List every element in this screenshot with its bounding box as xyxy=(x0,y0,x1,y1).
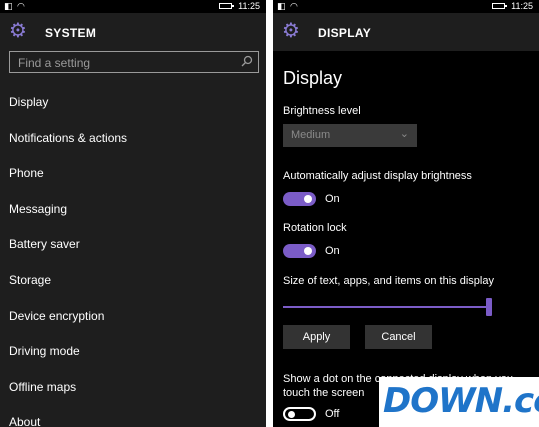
rotation-lock-state: On xyxy=(325,245,340,257)
list-item-phone[interactable]: Phone xyxy=(9,161,127,197)
battery-icon xyxy=(219,3,234,9)
list-item-device-encryption[interactable]: Device encryption xyxy=(9,304,127,340)
watermark-text: DOWN.cc xyxy=(383,381,539,421)
section-title: DISPLAY xyxy=(318,26,372,40)
toggle-knob xyxy=(304,195,312,203)
rotation-lock-toggle[interactable] xyxy=(283,244,316,258)
gear-icon: ⚙ xyxy=(282,20,300,42)
system-screen: ◧ ◠ 11:25 ⚙ SYSTEM Find a setting Displa… xyxy=(0,0,266,427)
settings-list: Display Notifications & actions Phone Me… xyxy=(9,90,127,427)
list-item-storage[interactable]: Storage xyxy=(9,268,127,304)
page-title: SYSTEM xyxy=(45,26,97,40)
brightness-dropdown[interactable]: Medium ⌄ xyxy=(283,124,417,147)
apply-button[interactable]: Apply xyxy=(283,325,350,349)
size-slider-track[interactable] xyxy=(283,306,489,308)
rotation-lock-label: Rotation lock xyxy=(283,222,347,234)
list-item-about[interactable]: About xyxy=(9,410,127,427)
display-screen: ◧ ◠ 11:25 ⚙ DISPLAY Display Brightness l… xyxy=(273,0,539,427)
brightness-label: Brightness level xyxy=(283,105,361,117)
list-item-display[interactable]: Display xyxy=(9,90,127,126)
display-header: ⚙ DISPLAY xyxy=(273,13,539,51)
signal-icon: ◧ ◠ xyxy=(4,1,26,11)
system-header: ⚙ SYSTEM xyxy=(0,13,266,51)
search-icon[interactable] xyxy=(241,55,253,67)
search-placeholder: Find a setting xyxy=(18,56,91,70)
size-label: Size of text, apps, and items on this di… xyxy=(283,275,494,287)
auto-brightness-state: On xyxy=(325,193,340,205)
list-item-driving-mode[interactable]: Driving mode xyxy=(9,339,127,375)
dot-toggle[interactable] xyxy=(283,407,316,421)
search-input[interactable]: Find a setting xyxy=(9,51,259,73)
status-bar: ◧ ◠ 11:25 xyxy=(0,0,266,13)
status-time: 11:25 xyxy=(238,1,260,11)
auto-brightness-label: Automatically adjust display brightness xyxy=(283,170,472,182)
cancel-button[interactable]: Cancel xyxy=(365,325,432,349)
brightness-value: Medium xyxy=(291,129,331,141)
list-item-notifications[interactable]: Notifications & actions xyxy=(9,126,127,162)
signal-icon: ◧ ◠ xyxy=(277,1,299,11)
page-title: Display xyxy=(283,68,343,88)
chevron-down-icon: ⌄ xyxy=(399,128,409,140)
size-slider-thumb[interactable] xyxy=(486,298,492,316)
status-bar: ◧ ◠ 11:25 xyxy=(273,0,539,13)
gear-icon: ⚙ xyxy=(9,20,27,42)
toggle-knob xyxy=(304,247,312,255)
dot-state: Off xyxy=(325,408,340,420)
battery-icon xyxy=(492,3,507,9)
toggle-knob xyxy=(288,411,295,418)
list-item-battery-saver[interactable]: Battery saver xyxy=(9,232,127,268)
list-item-messaging[interactable]: Messaging xyxy=(9,197,127,233)
watermark-logo: DOWN.cc xyxy=(379,377,539,427)
status-time: 11:25 xyxy=(511,1,533,11)
list-item-offline-maps[interactable]: Offline maps xyxy=(9,375,127,411)
auto-brightness-toggle[interactable] xyxy=(283,192,316,206)
